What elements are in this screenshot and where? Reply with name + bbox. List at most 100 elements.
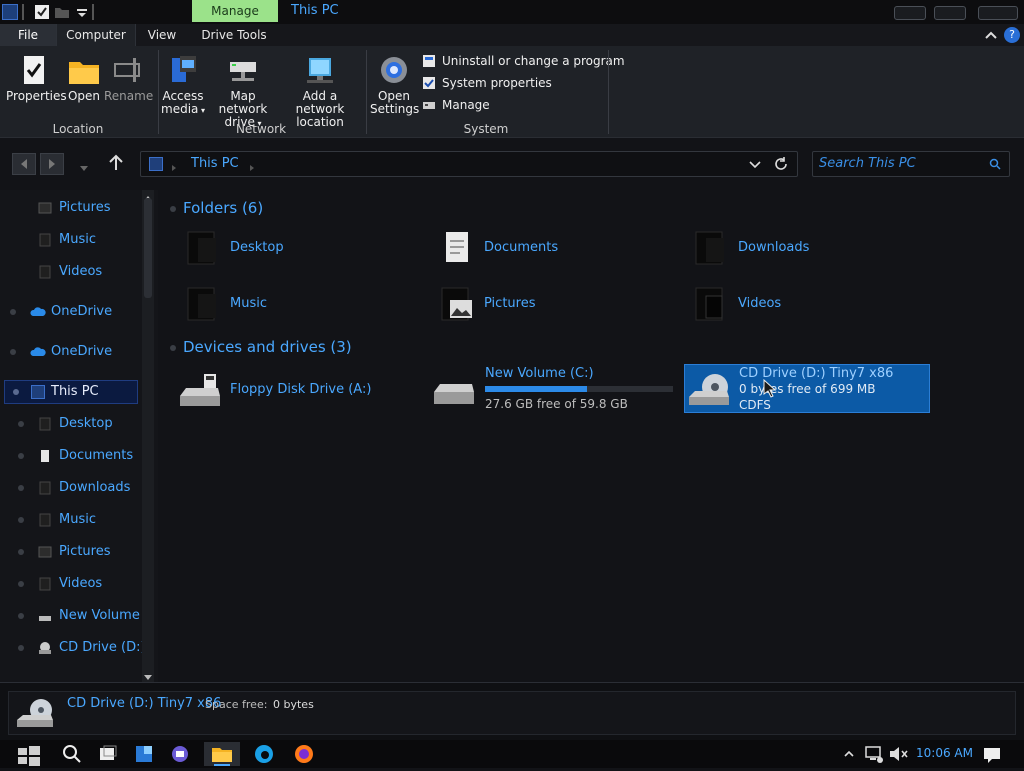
- devices-group-header[interactable]: Devices and drives (3): [183, 338, 352, 356]
- folders-group-header[interactable]: Folders (6): [183, 199, 263, 217]
- recent-locations-icon[interactable]: [80, 161, 88, 171]
- drive-cd-d[interactable]: CD Drive (D:) Tiny7 x86 0 bytes free of …: [684, 364, 930, 413]
- folder-documents[interactable]: Documents: [438, 230, 638, 270]
- expand-chevron-icon[interactable]: [10, 349, 16, 355]
- properties-label: Properties: [6, 89, 67, 103]
- folder-label: Desktop: [230, 240, 284, 255]
- folder-pictures[interactable]: Pictures: [438, 286, 638, 326]
- expand-chevron-icon[interactable]: [18, 453, 24, 459]
- breadcrumb-chevron-icon[interactable]: [171, 160, 177, 171]
- downloads-folder-icon: [38, 481, 52, 495]
- minimize-button[interactable]: [894, 6, 926, 20]
- sidebar-item-label: CD Drive (D:): [59, 640, 146, 655]
- map-network-drive-button[interactable]: Map network drive ▾: [206, 54, 280, 130]
- search-input[interactable]: Search This PC: [812, 151, 1010, 177]
- chat-icon[interactable]: [168, 742, 192, 766]
- network-tray-icon[interactable]: [862, 742, 886, 766]
- sidebar-item-pictures-2[interactable]: Pictures: [38, 541, 138, 563]
- sidebar-item-cd-drive[interactable]: CD Drive (D:): [38, 637, 146, 659]
- tab-view[interactable]: View: [140, 24, 184, 46]
- manage-context-tab[interactable]: Manage: [192, 0, 278, 22]
- up-arrow-icon[interactable]: [106, 153, 126, 173]
- refresh-icon[interactable]: [773, 156, 789, 172]
- sidebar-item-this-pc[interactable]: This PC: [4, 380, 138, 404]
- properties-check-icon[interactable]: [34, 4, 50, 20]
- help-icon[interactable]: ?: [1004, 27, 1020, 43]
- drive-floppy-a[interactable]: Floppy Disk Drive (A:): [178, 368, 418, 418]
- tab-drive-tools[interactable]: Drive Tools: [196, 24, 272, 46]
- tab-file[interactable]: File: [0, 24, 56, 46]
- folder-music[interactable]: Music: [184, 286, 384, 326]
- expand-chevron-icon[interactable]: [10, 309, 16, 315]
- sidebar-item-videos-2[interactable]: Videos: [38, 573, 138, 595]
- expand-chevron-icon[interactable]: [18, 517, 24, 523]
- close-button[interactable]: [978, 6, 1018, 20]
- qat-dropdown-icon[interactable]: [74, 4, 90, 20]
- map-drive-label: Map network: [218, 89, 268, 116]
- new-folder-icon[interactable]: [54, 4, 70, 20]
- folder-label: Pictures: [484, 296, 536, 311]
- task-view-icon[interactable]: [96, 742, 120, 766]
- volume-muted-icon[interactable]: [886, 742, 910, 766]
- uninstall-program-button[interactable]: Uninstall or change a program: [422, 52, 625, 70]
- collapse-ribbon-icon[interactable]: [984, 28, 998, 42]
- expand-chevron-icon[interactable]: [18, 485, 24, 491]
- expand-chevron-icon[interactable]: [18, 581, 24, 587]
- drive-new-volume-c[interactable]: New Volume (C:) 27.6 GB free of 59.8 GB: [432, 364, 676, 414]
- system-properties-button[interactable]: System properties: [422, 74, 552, 92]
- widgets-icon[interactable]: [132, 742, 156, 766]
- access-media-button[interactable]: Access media ▾: [160, 54, 206, 117]
- sidebar-item-documents[interactable]: Documents: [38, 445, 138, 467]
- sidebar-item-new-volume[interactable]: New Volume (: [38, 605, 149, 627]
- start-button[interactable]: [14, 742, 44, 766]
- music-folder-icon: [38, 513, 52, 527]
- sidebar-item-onedrive[interactable]: OneDrive: [30, 301, 138, 323]
- edge-browser-icon[interactable]: [252, 742, 276, 766]
- firefox-icon[interactable]: [292, 742, 316, 766]
- drive-space-text: 0 bytes free of 699 MB: [739, 382, 876, 396]
- sidebar-item-onedrive-2[interactable]: OneDrive: [30, 341, 138, 363]
- sidebar-item-music-2[interactable]: Music: [38, 509, 138, 531]
- add-network-location-button[interactable]: Add a network location: [280, 54, 360, 129]
- expand-chevron-icon[interactable]: [18, 549, 24, 555]
- this-pc-app-icon[interactable]: [2, 4, 18, 20]
- expand-chevron-icon[interactable]: [13, 389, 19, 395]
- sidebar-item-downloads[interactable]: Downloads: [38, 477, 138, 499]
- breadcrumb-chevron-icon[interactable]: [249, 160, 255, 171]
- back-button[interactable]: [12, 153, 36, 175]
- manage-button[interactable]: Manage: [422, 96, 490, 114]
- sidebar-scrollbar[interactable]: [142, 190, 154, 682]
- properties-button[interactable]: Properties: [6, 54, 67, 103]
- notifications-icon[interactable]: [980, 742, 1004, 766]
- folder-videos[interactable]: Videos: [692, 286, 892, 326]
- expand-chevron-icon[interactable]: [18, 421, 24, 427]
- tab-computer[interactable]: Computer: [56, 24, 136, 46]
- expand-chevron-icon[interactable]: [18, 613, 24, 619]
- expand-chevron-icon[interactable]: [18, 645, 24, 651]
- sidebar-item-videos[interactable]: Videos: [38, 261, 138, 283]
- rename-button[interactable]: Rename: [104, 54, 153, 103]
- search-icon[interactable]: [989, 158, 1001, 170]
- open-settings-button[interactable]: Open Settings: [370, 54, 419, 116]
- folder-desktop[interactable]: Desktop: [184, 230, 384, 270]
- sidebar-item-label: Downloads: [59, 480, 131, 495]
- tray-overflow-icon[interactable]: [842, 742, 856, 766]
- search-taskbar-icon[interactable]: [60, 742, 84, 766]
- sidebar-item-pictures[interactable]: Pictures: [38, 197, 138, 219]
- sidebar-item-music[interactable]: Music: [38, 229, 138, 251]
- address-bar[interactable]: This PC: [140, 151, 798, 177]
- address-dropdown-icon[interactable]: [749, 159, 761, 169]
- open-button[interactable]: Open: [64, 54, 104, 103]
- breadcrumb-this-pc[interactable]: This PC: [191, 156, 239, 171]
- folder-downloads[interactable]: Downloads: [692, 230, 892, 270]
- taskbar-clock[interactable]: 10:06 AM: [916, 746, 973, 760]
- scrollbar-thumb[interactable]: [144, 198, 152, 298]
- sidebar-item-desktop[interactable]: Desktop: [38, 413, 138, 435]
- forward-button[interactable]: [40, 153, 64, 175]
- scroll-down-icon[interactable]: [144, 670, 152, 680]
- scroll-up-icon[interactable]: [144, 190, 152, 201]
- collapse-group-icon[interactable]: [170, 345, 176, 351]
- collapse-group-icon[interactable]: [170, 206, 176, 212]
- maximize-button[interactable]: [934, 6, 966, 20]
- file-explorer-taskbar-button[interactable]: [204, 742, 240, 766]
